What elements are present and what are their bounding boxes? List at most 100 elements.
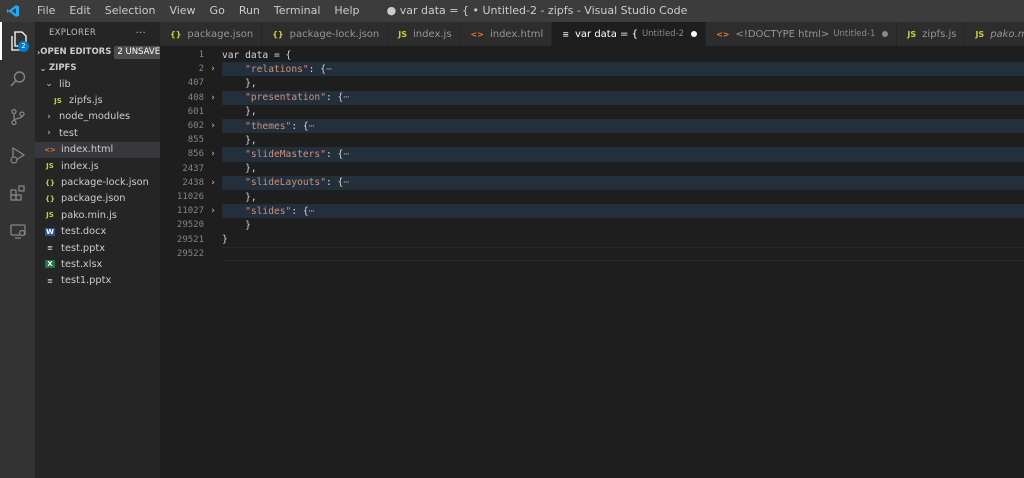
menu-item-file[interactable]: File — [30, 0, 62, 22]
tab-index-js[interactable]: JS index.js — [388, 22, 461, 46]
tab-package-lock-json[interactable]: {} package-lock.json — [262, 22, 389, 46]
code-line[interactable]: "themes": {⋯ — [222, 119, 1024, 134]
line-gutter: 2438 › — [160, 176, 222, 190]
tree-item-label: zipfs.js — [69, 95, 103, 107]
code-line[interactable]: 601 }, — [160, 105, 1024, 119]
file-type-icon: JS — [975, 29, 985, 39]
menu-item-view[interactable]: View — [162, 0, 202, 22]
tab-label: index.html — [489, 28, 544, 40]
code-line[interactable]: 407 }, — [160, 76, 1024, 90]
code-line[interactable]: 29522 — [160, 247, 1024, 261]
fold-chevron-icon[interactable]: › — [204, 178, 222, 188]
folded-ellipsis-icon[interactable]: ⋯ — [309, 121, 315, 132]
extensions-icon[interactable] — [0, 174, 35, 212]
tree-item-test-xlsx[interactable]: Xtest.xlsx — [35, 256, 160, 272]
fold-chevron-icon[interactable]: › — [204, 206, 222, 216]
tree-item-node-modules[interactable]: › node_modules — [35, 109, 160, 125]
tab-doctype-html[interactable]: <> <!DOCTYPE html> Untitled-1 — [706, 22, 898, 46]
tree-item-index-html[interactable]: <> index.html — [35, 141, 160, 158]
tree-item-package-json[interactable]: {} package.json — [35, 191, 160, 207]
tree-item-pako-min-js[interactable]: JS pako.min.js — [35, 207, 160, 223]
file-icon: ≡ — [47, 244, 53, 253]
explorer-badge: 2 — [18, 41, 29, 52]
tree-item-lib[interactable]: ⌄ lib — [35, 76, 160, 92]
code-line[interactable]: 29521} — [160, 233, 1024, 247]
code-line[interactable]: 11026 }, — [160, 190, 1024, 204]
tab-zipfs-js[interactable]: JS zipfs.js — [897, 22, 966, 46]
fold-chevron-icon[interactable]: › — [204, 149, 222, 159]
tree-item-test-docx[interactable]: Wtest.docx — [35, 224, 160, 240]
code-line[interactable]: 1 var data = { — [160, 48, 1024, 62]
tree-item-label: test — [59, 127, 78, 139]
tree-item-test-pptx[interactable]: ≡ test.pptx — [35, 240, 160, 256]
code-line[interactable]: "slides": {⋯ — [222, 204, 1024, 219]
tree-item-test1-pptx[interactable]: ≡ test1.pptx — [35, 273, 160, 289]
menu-bar: File Edit Selection View Go Run Terminal Help — [30, 0, 366, 22]
folded-ellipsis-icon[interactable]: ⋯ — [343, 177, 349, 188]
unsaved-dot-icon[interactable] — [882, 31, 889, 37]
code-line[interactable]: 855 }, — [160, 133, 1024, 147]
run-debug-icon[interactable] — [0, 136, 35, 174]
folded-ellipsis-icon[interactable]: ⋯ — [343, 92, 349, 103]
menu-item-selection[interactable]: Selection — [98, 0, 163, 22]
line-gutter: 408 › — [160, 91, 222, 105]
code-text: "slideLayouts": {⋯ — [222, 177, 349, 188]
code-text: "slides": {⋯ — [222, 206, 314, 217]
menu-item-terminal[interactable]: Terminal — [267, 0, 328, 22]
source-control-icon[interactable] — [0, 98, 35, 136]
folded-ellipsis-icon[interactable]: ⋯ — [326, 64, 332, 75]
search-icon[interactable] — [0, 60, 35, 98]
folder-label: ZIPFS — [49, 63, 77, 73]
code-editor[interactable]: 1 var data = {2 › "relations": {⋯ 407 }, 408… — [160, 46, 1024, 478]
tab-index-html[interactable]: <> index.html — [460, 22, 553, 46]
code-line[interactable]: "presentation": {⋯ — [222, 90, 1024, 105]
open-editors-section[interactable]: › OPEN EDITORS 2 UNSAVED — [35, 44, 170, 60]
code-token: }, — [245, 163, 257, 175]
file-type-icon: {} — [272, 29, 284, 39]
code-line[interactable]: "slideLayouts": {⋯ — [222, 175, 1024, 190]
open-editors-label: OPEN EDITORS — [40, 47, 112, 57]
code-token: }, — [245, 77, 257, 89]
tab-package-json[interactable]: {} package.json — [160, 22, 263, 46]
code-text: }, — [222, 163, 257, 174]
code-line[interactable]: 29520 } — [160, 218, 1024, 232]
chevron-down-icon: ⌄ — [39, 63, 47, 73]
code-line[interactable]: "slideMasters": {⋯ — [222, 147, 1024, 162]
tree-item-package-lock-json[interactable]: {} package-lock.json — [35, 174, 160, 190]
tab-var-data[interactable]: ≡ var data = {Untitled-2 — [552, 22, 707, 46]
code-line[interactable]: "relations": {⋯ — [222, 62, 1024, 77]
unsaved-dot-icon[interactable] — [691, 31, 698, 37]
line-number: 407 — [187, 78, 204, 89]
code-key: "slideLayouts" — [245, 177, 326, 189]
explorer-header: EXPLORER ··· — [35, 22, 160, 44]
remote-explorer-icon[interactable] — [0, 212, 35, 250]
more-actions-icon[interactable]: ··· — [136, 28, 146, 39]
menu-item-run[interactable]: Run — [232, 0, 267, 22]
tree-item-index-js[interactable]: JS index.js — [35, 158, 160, 174]
tree-item-test[interactable]: › test — [35, 125, 160, 141]
menu-item-go[interactable]: Go — [203, 0, 232, 22]
tab-pako-min-js[interactable]: JS pako.min.js — [965, 22, 1024, 46]
tree-item-label: test1.pptx — [61, 275, 112, 287]
menu-item-edit[interactable]: Edit — [62, 0, 97, 22]
code-token: : { — [325, 92, 344, 104]
explorer-icon[interactable]: 2 — [0, 22, 35, 60]
folded-ellipsis-icon[interactable]: ⋯ — [343, 149, 349, 160]
json-file-icon: {} — [45, 178, 55, 187]
tree-item-zipfs-js[interactable]: JS zipfs.js — [35, 92, 160, 108]
menu-item-help[interactable]: Help — [327, 0, 366, 22]
code-key: "slideMasters" — [245, 148, 326, 160]
tree-item-label: test.docx — [61, 226, 107, 238]
folder-section[interactable]: ⌄ ZIPFS — [35, 60, 160, 76]
folded-ellipsis-icon[interactable]: ⋯ — [309, 206, 315, 217]
fold-chevron-icon[interactable]: › — [204, 121, 222, 131]
code-line[interactable]: 2437 }, — [160, 162, 1024, 176]
fold-chevron-icon[interactable]: › — [204, 64, 222, 74]
fold-chevron-icon[interactable]: › — [204, 93, 222, 103]
js-file-icon: JS — [46, 162, 54, 171]
line-number: 11026 — [176, 192, 204, 203]
